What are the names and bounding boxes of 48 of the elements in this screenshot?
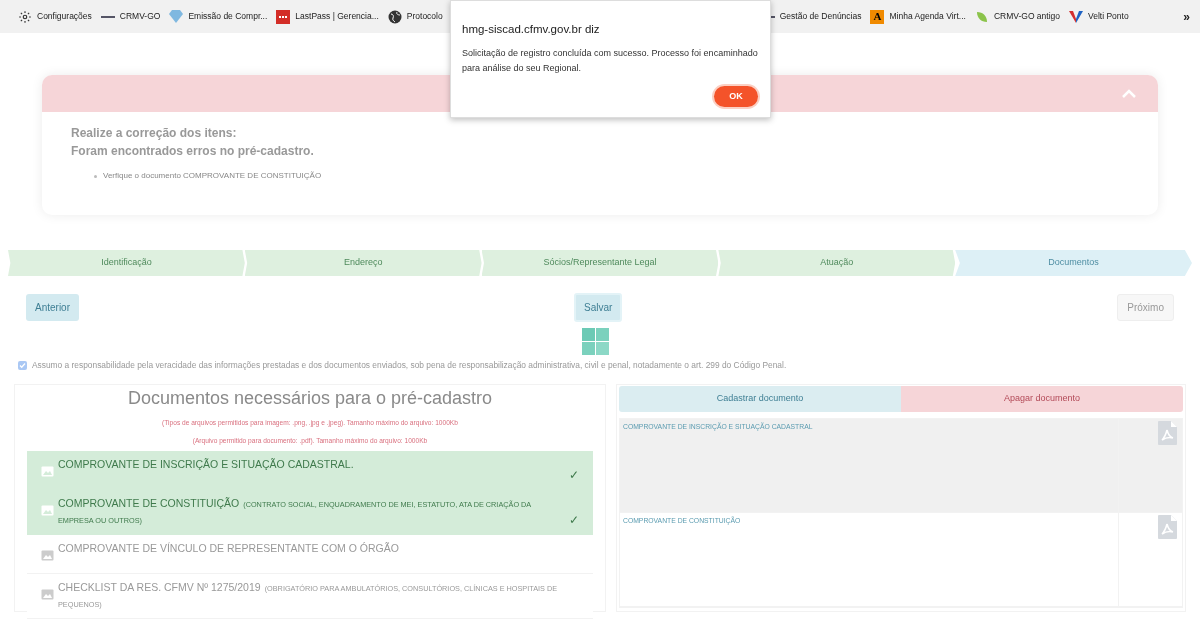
image-icon (41, 466, 54, 478)
document-item[interactable]: COMPROVANTE DE INSCRIÇÃO E SITUAÇÃO CADASTRAL. ✓ (27, 451, 593, 491)
error-heading: Realize a correção dos itens: (71, 125, 238, 142)
save-button[interactable]: Salvar (574, 293, 623, 322)
bookmark-link[interactable]: CRMV-GO antigo (974, 9, 1060, 24)
letter-icon: A (870, 9, 885, 24)
bookmark-link[interactable]: LastPass | Gerencia... (276, 9, 379, 24)
pdf-file-icon (1158, 420, 1177, 445)
bookmark-link[interactable]: Velti Ponto (1069, 9, 1129, 24)
diamond-icon (169, 10, 184, 23)
wizard-step[interactable]: Sócios/Representante Legal (481, 250, 719, 276)
wizard-step[interactable]: Identificação (8, 250, 245, 276)
previous-button[interactable]: Anterior (26, 294, 79, 321)
wizard-step[interactable]: Atuação (718, 250, 956, 276)
leaf-icon (974, 9, 989, 24)
image-icon (41, 589, 54, 601)
dialog-message: Solicitação de registro concluída com sucesso. Processo foi encaminhado para análise do seu Regional. (462, 47, 759, 76)
loading-spinner-icon (582, 328, 609, 355)
document-label: COMPROVANTE DE INSCRIÇÃO E SITUAÇÃO CADASTRAL. (58, 457, 354, 473)
wizard-step[interactable]: Endereço (244, 250, 482, 276)
v-logo-icon (1069, 9, 1083, 24)
delete-document-button[interactable]: Apagar documento (901, 385, 1183, 412)
error-item: Verfique o documento COMPROVANTE DE CONSTITUIÇÃO (103, 170, 322, 182)
bullet-icon (94, 174, 97, 178)
wizard-step[interactable]: Documentos (955, 250, 1192, 276)
error-heading: Foram encontrados erros no pré-cadastro. (71, 143, 315, 160)
dots-icon (276, 9, 291, 24)
bookmark-link[interactable]: Configurações (18, 9, 92, 24)
check-icon: ✓ (569, 513, 579, 529)
documents-title: Documentos necessários para o pré-cadastro (126, 386, 494, 410)
pdf-file-icon (1158, 514, 1177, 539)
image-icon (41, 550, 54, 562)
document-label: COMPROVANTE DE VÍNCULO DE REPRESENTANTE COM O ÓRGÃO (58, 541, 399, 557)
register-document-button[interactable]: Cadastrar documento (619, 385, 901, 412)
chevron-up-icon[interactable] (1122, 89, 1136, 98)
checkbox[interactable] (18, 360, 27, 370)
globe-icon (387, 9, 402, 24)
gear-icon (18, 9, 32, 24)
bookmark-link[interactable]: Emissão de Compr... (169, 10, 268, 23)
bookmark-link[interactable]: A Minha Agenda Virt... (870, 9, 966, 24)
check-icon: ✓ (569, 468, 579, 484)
bookmark-link[interactable]: CRMV-GO (100, 10, 161, 23)
image-icon (41, 505, 54, 517)
dialog-title: hmg-siscad.cfmv.gov.br diz (462, 22, 601, 37)
consent-text: Assumo a responsabilidade pela veracidade das informações prestadas e dos documentos enviados, sob pena de responsabilização administrativa, civil e penal, notadamente o art. 299 do Código Penal. (32, 359, 787, 372)
more-bookmarks-button[interactable]: » (1183, 7, 1190, 26)
ok-button[interactable]: OK (714, 86, 758, 108)
bookmark-link[interactable]: Protocolo (387, 9, 443, 24)
